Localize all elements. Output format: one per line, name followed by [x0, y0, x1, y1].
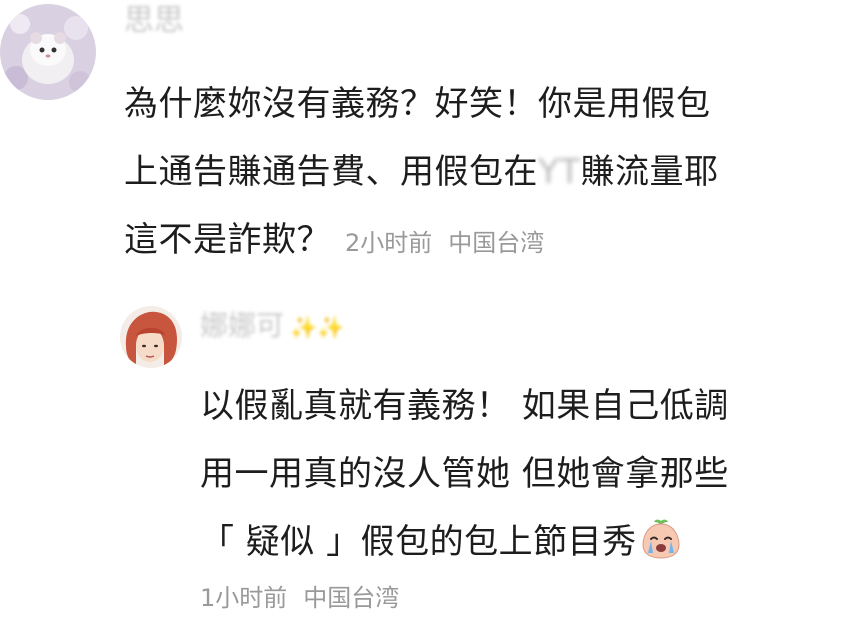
comment-time: 1小时前 [200, 584, 288, 612]
comment-location: 中国台湾 [448, 229, 545, 257]
comment-line: 為什麼妳沒有義務？好笑！你是用假包 [124, 84, 711, 124]
comment-line: 這不是詐欺？ 2小时前 中国台湾 [124, 220, 545, 260]
comment-line: 以假亂真就有義務！ 如果自己低調 [200, 386, 729, 426]
comment-meta: 2小时前 中国台湾 [345, 229, 544, 257]
comment-line: 上通告賺通告費、用假包在YT賺流量耶 [124, 152, 719, 192]
reply-body: 以假亂真就有義務！ 如果自己低調 用一用真的沒人管她 但她會拿那些 「 疑似 」… [200, 372, 729, 576]
comment-time: 2小时前 [345, 229, 433, 257]
hamster-avatar-icon [0, 4, 96, 100]
redacted-text: YT [538, 152, 581, 192]
user-avatar[interactable] [120, 306, 182, 368]
comment-username[interactable]: 思思 [124, 6, 184, 36]
reply-meta: 1小时前 中国台湾 [200, 578, 399, 613]
comment-location: 中国台湾 [303, 584, 400, 612]
cartoon-girl-avatar-icon [120, 306, 182, 368]
comment-body: 為什麼妳沒有義務？好笑！你是用假包 上通告賺通告費、用假包在YT賺流量耶 這不是… [124, 70, 719, 277]
sparkle-icon: ✨✨ [290, 316, 345, 341]
user-avatar[interactable] [0, 4, 96, 100]
comment-line: 用一用真的沒人管她 但她會拿那些 [200, 454, 729, 494]
comment-username[interactable]: 娜娜可 ✨✨ [200, 312, 345, 340]
crying-face-icon [642, 519, 680, 559]
comment-line: 「 疑似 」假包的包上節目秀 [200, 508, 729, 576]
